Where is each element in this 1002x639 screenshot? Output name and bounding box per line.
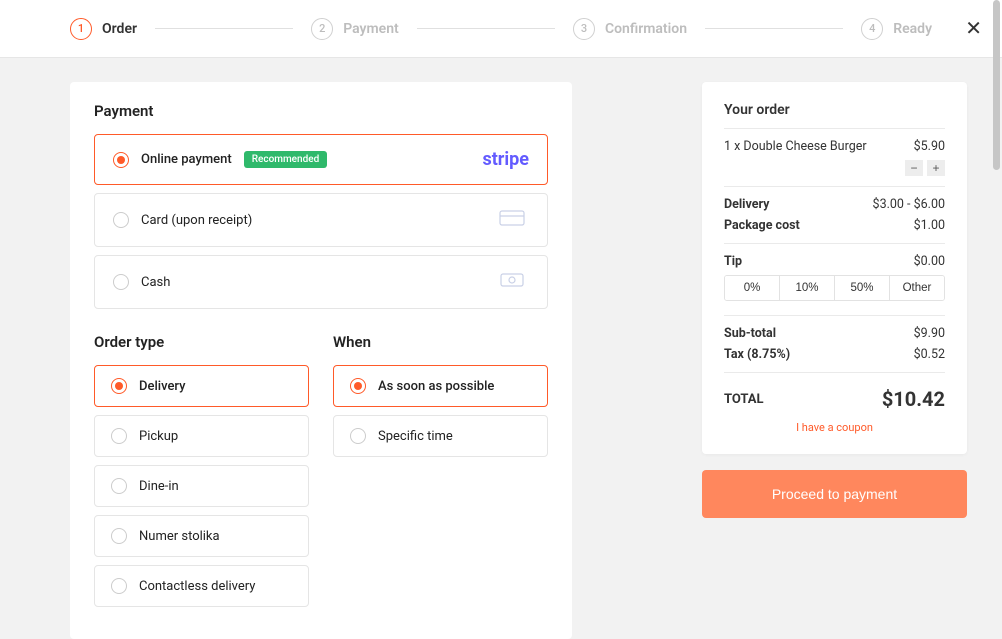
delivery-row: Delivery $3.00 - $6.00 xyxy=(724,197,945,212)
checkout-stepper: 1 Order 2 Payment 3 Confirmation 4 Ready… xyxy=(0,0,1002,58)
radio-icon xyxy=(111,478,127,494)
tip-option-0[interactable]: 0% xyxy=(725,276,780,300)
step-number: 1 xyxy=(70,18,92,40)
divider xyxy=(724,315,945,316)
step-label: Ready xyxy=(893,21,932,37)
coupon-link[interactable]: I have a coupon xyxy=(724,421,945,434)
item-name: 1 x Double Cheese Burger xyxy=(724,139,867,154)
total-value: $10.42 xyxy=(882,387,945,411)
payment-option-online[interactable]: Online payment Recommended stripe xyxy=(94,134,548,185)
divider xyxy=(724,128,945,129)
step-confirmation[interactable]: 3 Confirmation xyxy=(573,18,687,40)
payment-section-title: Payment xyxy=(94,102,548,120)
tax-label: Tax (8.75%) xyxy=(724,347,790,362)
radio-icon xyxy=(113,152,129,168)
tip-row-header: Tip $0.00 xyxy=(724,254,945,269)
option-label: Dine-in xyxy=(139,479,179,494)
scrollbar[interactable] xyxy=(992,0,1000,580)
order-summary: Your order 1 x Double Cheese Burger $5.9… xyxy=(702,82,967,454)
tip-option-50[interactable]: 50% xyxy=(835,276,890,300)
subtotal-value: $9.90 xyxy=(914,326,945,341)
qty-minus-button[interactable]: − xyxy=(905,160,923,176)
divider xyxy=(724,372,945,373)
divider xyxy=(724,186,945,187)
payment-option-cash[interactable]: Cash xyxy=(94,255,548,309)
total-label: TOTAL xyxy=(724,392,764,407)
radio-icon xyxy=(350,428,366,444)
delivery-value: $3.00 - $6.00 xyxy=(873,197,945,212)
step-divider xyxy=(155,28,293,29)
option-label: Online payment xyxy=(141,152,232,167)
scrollbar-thumb[interactable] xyxy=(993,0,1000,170)
step-number: 3 xyxy=(573,18,595,40)
radio-icon xyxy=(111,428,127,444)
tip-label: Tip xyxy=(724,254,742,269)
option-label: Card (upon receipt) xyxy=(141,213,252,228)
when-specific-time[interactable]: Specific time xyxy=(333,415,548,457)
tip-value: $0.00 xyxy=(914,254,945,269)
delivery-label: Delivery xyxy=(724,197,769,212)
stripe-logo: stripe xyxy=(482,149,529,170)
item-price: $5.90 xyxy=(914,139,945,154)
tip-options: 0% 10% 50% Other xyxy=(724,275,945,301)
card-icon xyxy=(499,208,529,232)
order-type-dinein[interactable]: Dine-in xyxy=(94,465,309,507)
radio-icon xyxy=(350,378,366,394)
package-label: Package cost xyxy=(724,218,800,233)
step-divider xyxy=(417,28,555,29)
proceed-button[interactable]: Proceed to payment xyxy=(702,470,967,518)
radio-icon xyxy=(111,578,127,594)
tax-value: $0.52 xyxy=(914,347,945,362)
step-order[interactable]: 1 Order xyxy=(70,18,137,40)
step-label: Payment xyxy=(343,21,399,37)
order-type-delivery[interactable]: Delivery xyxy=(94,365,309,407)
cash-icon xyxy=(499,270,529,294)
option-label: Pickup xyxy=(139,429,178,444)
order-type-contactless[interactable]: Contactless delivery xyxy=(94,565,309,607)
subtotal-row: Sub-total $9.90 xyxy=(724,326,945,341)
radio-icon xyxy=(113,212,129,228)
recommended-badge: Recommended xyxy=(244,151,328,168)
tip-option-other[interactable]: Other xyxy=(890,276,944,300)
subtotal-label: Sub-total xyxy=(724,326,776,341)
order-type-title: Order type xyxy=(94,333,309,351)
option-label: Cash xyxy=(141,275,170,290)
divider xyxy=(724,243,945,244)
step-ready[interactable]: 4 Ready xyxy=(861,18,932,40)
tax-row: Tax (8.75%) $0.52 xyxy=(724,347,945,362)
option-label: Contactless delivery xyxy=(139,579,255,594)
step-divider xyxy=(705,28,843,29)
summary-title: Your order xyxy=(724,102,945,118)
payment-option-card[interactable]: Card (upon receipt) xyxy=(94,193,548,247)
radio-icon xyxy=(111,528,127,544)
order-type-table-number[interactable]: Numer stolika xyxy=(94,515,309,557)
radio-icon xyxy=(111,378,127,394)
close-icon[interactable]: ✕ xyxy=(965,18,982,38)
step-payment[interactable]: 2 Payment xyxy=(311,18,399,40)
option-label: Numer stolika xyxy=(139,529,220,544)
tip-option-10[interactable]: 10% xyxy=(780,276,835,300)
step-number: 4 xyxy=(861,18,883,40)
total-row: TOTAL $10.42 xyxy=(724,387,945,411)
step-label: Confirmation xyxy=(605,21,687,37)
when-title: When xyxy=(333,333,548,351)
options-panel: Payment Online payment Recommended strip… xyxy=(70,82,572,639)
radio-icon xyxy=(113,274,129,290)
option-label: Delivery xyxy=(139,379,185,394)
order-type-pickup[interactable]: Pickup xyxy=(94,415,309,457)
qty-plus-button[interactable]: + xyxy=(927,160,945,176)
step-number: 2 xyxy=(311,18,333,40)
when-asap[interactable]: As soon as possible xyxy=(333,365,548,407)
step-label: Order xyxy=(102,21,137,37)
line-item: 1 x Double Cheese Burger $5.90 − + xyxy=(724,139,945,176)
package-value: $1.00 xyxy=(914,218,945,233)
option-label: As soon as possible xyxy=(378,379,494,394)
option-label: Specific time xyxy=(378,429,453,444)
package-row: Package cost $1.00 xyxy=(724,218,945,233)
